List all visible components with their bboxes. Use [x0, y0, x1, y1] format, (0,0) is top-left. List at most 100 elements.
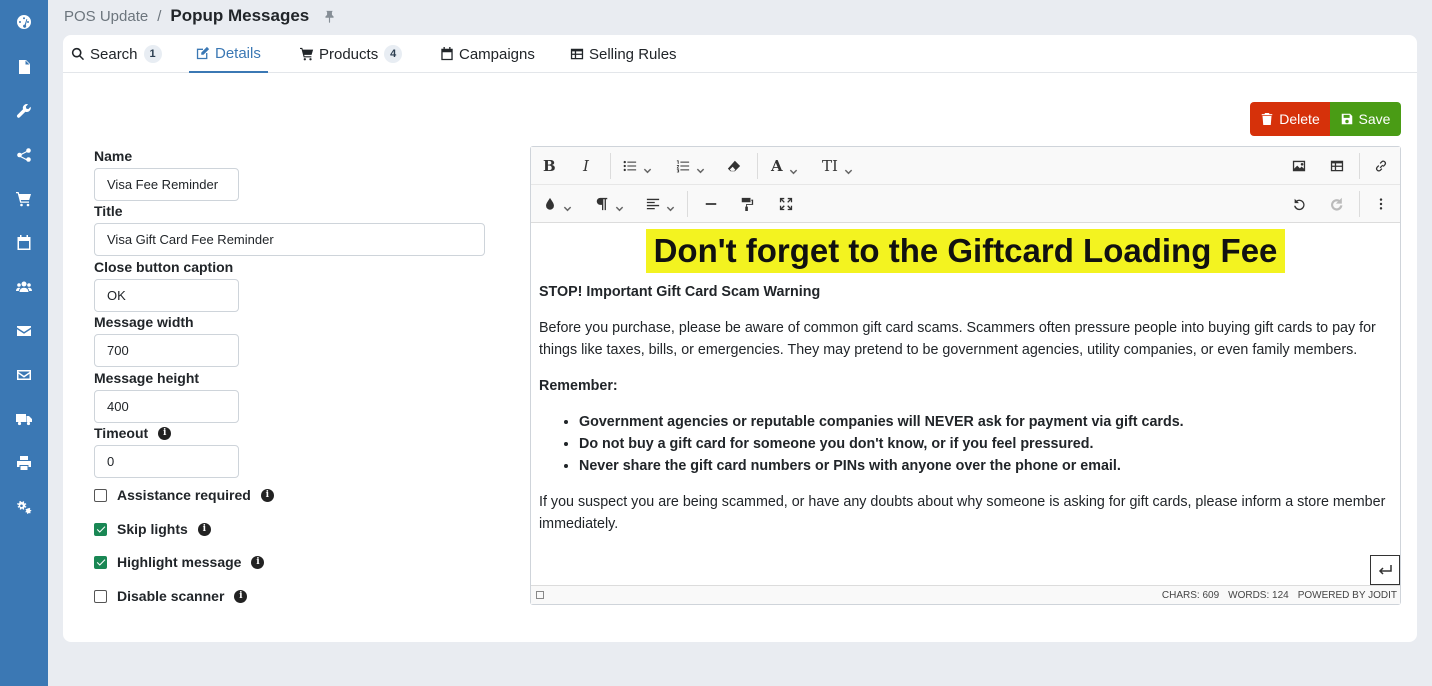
floppy-icon	[1341, 113, 1352, 125]
share-icon[interactable]	[12, 143, 36, 167]
highlight-message-checkbox[interactable]: Highlight message i	[94, 553, 265, 571]
image-icon[interactable]	[1292, 156, 1306, 176]
title-field[interactable]	[94, 223, 485, 256]
message-headline: Don't forget to the Giftcard Loading Fee	[539, 229, 1392, 273]
tab-campaigns[interactable]: Campaigns	[440, 35, 535, 73]
align-icon[interactable]	[646, 194, 675, 214]
breadcrumb: POS Update / Popup Messages	[64, 6, 337, 26]
edit-icon	[196, 46, 210, 60]
name-field[interactable]	[94, 168, 239, 201]
list-item: Never share the gift card numbers or PIN…	[579, 455, 1392, 477]
timeout-field[interactable]	[94, 445, 239, 478]
tab-selling-rules[interactable]: Selling Rules	[570, 35, 677, 73]
timeout-label-text: Timeout	[94, 425, 149, 441]
delete-label: Delete	[1279, 111, 1320, 127]
font-family-icon[interactable]: A	[771, 156, 798, 176]
font-size-icon[interactable]: TI	[822, 156, 853, 176]
warning-paragraph: Before you purchase, please be aware of …	[539, 320, 1376, 358]
truck-icon[interactable]	[12, 407, 36, 431]
italic-icon[interactable]: I	[583, 156, 589, 176]
users-icon[interactable]	[12, 275, 36, 299]
headline-text: Don't forget to the Giftcard Loading Fee	[645, 229, 1286, 273]
message-height-field[interactable]	[94, 390, 239, 423]
editor-content[interactable]: Don't forget to the Giftcard Loading Fee…	[539, 225, 1392, 585]
sidebar	[0, 0, 48, 686]
remember-heading: Remember:	[539, 378, 618, 394]
close-caption-label: Close button caption	[94, 259, 234, 275]
tab-bar: Search 1 Details Products 4 Campaigns Se…	[63, 35, 1417, 73]
powered-by-link[interactable]: POWERED BY JODIT	[1298, 590, 1397, 601]
checkbox-label: Highlight message	[117, 554, 242, 570]
fullscreen-icon[interactable]	[779, 194, 793, 214]
eraser-icon[interactable]	[727, 156, 741, 176]
info-icon[interactable]: i	[234, 589, 248, 603]
title-label: Title	[94, 203, 123, 219]
numbered-list-icon[interactable]	[676, 156, 705, 176]
info-icon[interactable]: i	[260, 488, 274, 502]
tips-list: Government agencies or reputable compani…	[539, 411, 1392, 477]
redo-icon[interactable]	[1330, 194, 1344, 214]
breadcrumb-separator: /	[157, 7, 162, 25]
list-item: Do not buy a gift card for someone you d…	[579, 433, 1392, 455]
tab-label: Products	[319, 45, 379, 63]
tab-search[interactable]: Search 1	[71, 35, 162, 73]
word-count: WORDS: 124	[1228, 590, 1289, 601]
resize-grip-icon[interactable]	[536, 591, 544, 599]
format-painter-icon[interactable]	[740, 194, 754, 214]
tab-label: Selling Rules	[589, 45, 677, 63]
timeout-label: Timeout i	[94, 425, 172, 441]
delete-button[interactable]: Delete	[1250, 102, 1331, 136]
cogs-icon[interactable]	[12, 495, 36, 519]
checkbox-box[interactable]	[94, 522, 107, 536]
checkbox-label: Disable scanner	[117, 588, 225, 604]
toolbar-divider	[687, 191, 688, 217]
tab-products[interactable]: Products 4	[300, 35, 403, 73]
message-width-field[interactable]	[94, 334, 239, 367]
list-item: Government agencies or reputable compani…	[579, 411, 1392, 433]
bullet-list-icon[interactable]	[623, 156, 652, 176]
printer-icon[interactable]	[12, 451, 36, 475]
editor-toolbar-row-2	[531, 185, 1400, 223]
wrench-icon[interactable]	[12, 99, 36, 123]
undo-icon[interactable]	[1292, 194, 1306, 214]
horizontal-line-icon[interactable]	[704, 194, 718, 214]
info-icon[interactable]: i	[197, 522, 211, 536]
main-card: Search 1 Details Products 4 Campaigns Se…	[63, 35, 1417, 642]
link-icon[interactable]	[1374, 156, 1388, 176]
info-icon[interactable]: i	[251, 555, 265, 569]
pin-icon[interactable]	[323, 9, 337, 23]
enter-icon[interactable]	[1370, 555, 1400, 585]
message-width-label: Message width	[94, 314, 194, 330]
cart-icon[interactable]	[12, 187, 36, 211]
save-button[interactable]: Save	[1330, 102, 1401, 136]
color-drop-icon[interactable]	[543, 194, 572, 214]
calendar-icon[interactable]	[12, 231, 36, 255]
document-icon[interactable]	[12, 55, 36, 79]
breadcrumb-parent[interactable]: POS Update	[64, 8, 148, 25]
table-icon	[570, 48, 584, 60]
name-label: Name	[94, 148, 133, 164]
dashboard-icon[interactable]	[12, 10, 36, 34]
inbox-icon[interactable]	[12, 363, 36, 387]
envelope-icon[interactable]	[12, 319, 36, 343]
toolbar-divider	[1359, 153, 1360, 179]
tab-details[interactable]: Details	[189, 35, 268, 73]
paragraph-icon[interactable]	[595, 194, 624, 214]
tab-badge: 1	[143, 45, 162, 63]
skip-lights-checkbox[interactable]: Skip lights i	[94, 520, 211, 538]
checkbox-box[interactable]	[94, 555, 107, 569]
editor-toolbar-row-1: B I A TI	[531, 147, 1400, 185]
table-icon[interactable]	[1330, 156, 1344, 176]
checkbox-box[interactable]	[94, 589, 107, 603]
more-options-icon[interactable]	[1374, 194, 1388, 214]
tab-label: Campaigns	[459, 45, 535, 63]
bold-icon[interactable]: B	[543, 156, 556, 176]
calendar-icon	[441, 47, 453, 61]
editor-status-bar: CHARS: 609 WORDS: 124 POWERED BY JODIT	[531, 585, 1400, 604]
close-caption-field[interactable]	[94, 279, 239, 312]
info-icon[interactable]: i	[158, 426, 172, 440]
tab-label: Search	[90, 45, 138, 63]
checkbox-box[interactable]	[94, 488, 107, 502]
disable-scanner-checkbox[interactable]: Disable scanner i	[94, 587, 248, 605]
assistance-required-checkbox[interactable]: Assistance required i	[94, 486, 274, 504]
